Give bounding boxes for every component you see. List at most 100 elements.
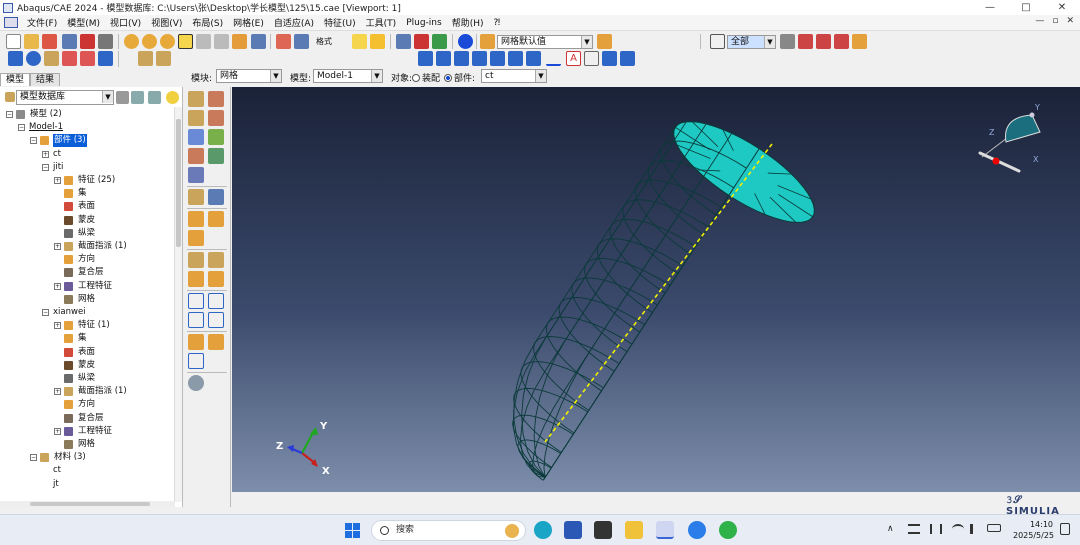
mesh-stats-icon[interactable] [208,189,224,205]
wifi-icon[interactable] [952,524,964,534]
part-display-icon[interactable] [124,34,139,49]
menu-help[interactable]: 帮助(H) [447,16,489,29]
mesh-defaults-icon[interactable] [480,34,495,49]
tree-node[interactable]: − 部件 (3) [30,134,87,148]
close-button[interactable]: ✕ [1044,0,1080,15]
tree-node[interactable]: − 模型 (2) [6,108,63,121]
part-radio[interactable]: 部件: [441,71,475,84]
query-icon[interactable] [160,34,175,49]
menu-plugins[interactable]: Plug-ins [401,18,447,28]
part-select[interactable]: ct ▼ [481,69,547,83]
collapse-node-icon[interactable]: − [42,163,49,171]
datum-plane-icon[interactable] [188,312,204,328]
tree-node[interactable]: 网格 [54,293,96,306]
tab-results[interactable]: 结果 [30,73,61,86]
tree-source-select[interactable]: 模型数据库 ▼ [16,90,114,105]
tree-node[interactable]: 方向 [54,398,96,411]
menu-layout[interactable]: 布局(S) [187,16,228,29]
tree-node[interactable]: − jiti [42,161,64,174]
mesh-region-icon[interactable] [208,148,224,164]
select-circle-icon[interactable] [816,34,831,49]
tree-node[interactable]: 复合层 [54,412,105,425]
line-tool-icon[interactable] [546,51,561,66]
tree-node[interactable]: + 工程特征 [54,425,113,438]
tree-vertical-scrollbar[interactable] [174,107,182,502]
delete-seeds-icon[interactable] [188,110,204,126]
abaqus-taskbar-icon[interactable] [656,521,674,539]
tree-node[interactable]: 蒙皮 [54,214,96,227]
model-select[interactable]: Model-1 ▼ [313,69,383,83]
module-select[interactable]: 网格 ▼ [216,69,282,83]
menu-file[interactable]: 文件(F) [22,16,62,29]
tree-node[interactable]: jt [42,478,60,491]
tree-node[interactable]: 纵梁 [54,372,96,385]
tree-node[interactable]: + 特征 (25) [54,174,116,187]
verify-mesh-icon[interactable] [188,189,204,205]
menu-viewport[interactable]: 视口(V) [105,16,146,29]
shaded-icon[interactable] [432,34,447,49]
tree-node[interactable]: − 材料 (3) [30,451,87,464]
virtual-topology-icon[interactable] [188,252,204,268]
top-view-icon[interactable] [454,51,469,66]
tray-settings-icon[interactable] [908,524,920,534]
open-folder-icon[interactable] [24,34,39,49]
print-icon[interactable] [62,34,77,49]
hidden-line-icon[interactable] [414,34,429,49]
front-view-icon[interactable] [418,51,433,66]
cycle-views-icon[interactable] [98,51,113,66]
tree-node[interactable]: 纵梁 [54,227,96,240]
collapse-node-icon[interactable]: − [18,124,25,132]
assembly-display-icon[interactable] [142,34,157,49]
tree-vertical-scroll-thumb[interactable] [176,119,181,247]
datum-point-icon[interactable] [188,293,204,309]
cube-outline-icon[interactable] [352,34,367,49]
tray-input-icon[interactable] [930,524,942,534]
settings-gear-icon[interactable] [188,375,204,391]
tab-model[interactable]: 模型 [0,73,31,86]
menu-adaptive[interactable]: 自适应(A) [269,16,319,29]
datum-csys-icon[interactable] [208,312,224,328]
left-view-icon[interactable] [490,51,505,66]
replace-display-group-icon[interactable] [208,334,224,350]
word-app-icon[interactable] [564,521,582,539]
collapse-node-icon[interactable]: − [42,309,49,316]
tree-node[interactable]: + ct [42,148,62,161]
menu-view[interactable]: 视图(V) [146,16,187,29]
expand-node-icon[interactable]: + [54,388,61,396]
tree-horizontal-scroll-thumb[interactable] [30,502,150,506]
print-viewport-icon[interactable] [294,34,309,49]
edge-browser-icon[interactable] [534,521,552,539]
mdi-restore-button[interactable]: ▫ [1052,16,1058,26]
assembly-radio[interactable]: 装配 [409,71,440,84]
render-red-icon[interactable] [276,34,291,49]
create-display-group-icon[interactable] [188,334,204,350]
datum-axis-icon[interactable] [208,293,224,309]
kingsoft-app-icon[interactable] [688,521,706,539]
tree-node[interactable]: 集 [54,187,88,200]
delete-mesh-icon[interactable] [188,167,204,183]
expand-node-icon[interactable]: + [54,427,61,435]
tree-node[interactable]: − Model-1 [18,121,64,134]
meshed-part-body[interactable] [542,121,815,481]
rotate-icon[interactable] [26,51,41,66]
field-output-icon[interactable] [138,51,153,66]
tray-overflow-chevron[interactable]: ∧ [887,524,894,534]
tree-node[interactable]: + 截面指派 (1) [54,385,128,398]
expand-node-icon[interactable]: + [42,150,49,158]
select-options-icon[interactable] [780,34,795,49]
menu-model[interactable]: 模型(M) [62,16,105,29]
print-setup-icon[interactable] [98,34,113,49]
query-geometry-icon[interactable] [188,353,204,369]
taskbar-search-box[interactable]: 搜索 [371,520,526,541]
new-file-icon[interactable] [6,34,21,49]
tree-node[interactable]: ct [42,464,62,477]
graphics-viewport[interactable]: Y Z X Y Z X [232,87,1080,492]
mesh-controls-icon[interactable] [188,129,204,145]
wireframe-icon[interactable] [396,34,411,49]
view-compass[interactable]: Y Z X [978,103,1041,173]
tree-node[interactable]: 复合层 [54,266,105,279]
expand-node-icon[interactable]: + [54,282,61,290]
auto-fit-icon[interactable] [80,51,95,66]
tree-node[interactable]: 方向 [54,253,96,266]
right-view-icon[interactable] [508,51,523,66]
